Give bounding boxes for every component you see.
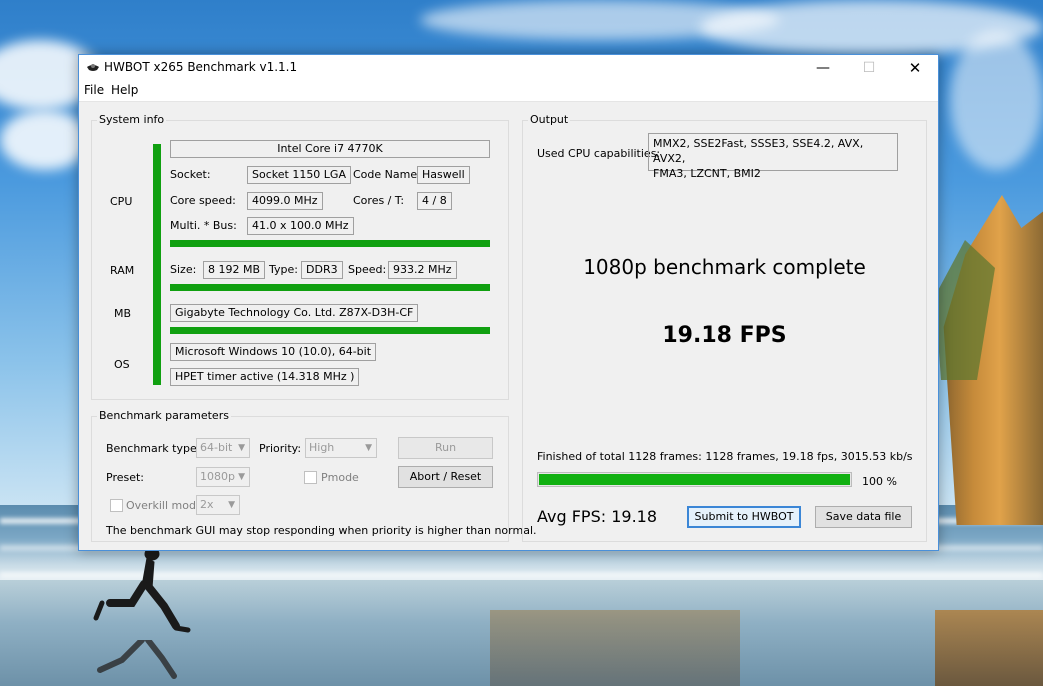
cpu-capabilities-line-1: MMX2, SSE2Fast, SSSE3, SSE4.2, AVX, AVX2…: [653, 137, 864, 165]
socket-field: Socket 1150 LGA: [247, 166, 351, 184]
pmode-checkbox[interactable]: [304, 471, 317, 484]
code-name-field: Haswell: [417, 166, 470, 184]
ram-size-label: Size:: [170, 263, 197, 276]
preset-value: 1080p: [200, 470, 235, 483]
menu-help[interactable]: Help: [111, 83, 138, 97]
avg-fps-text: Avg FPS: 19.18: [537, 507, 658, 526]
chevron-down-icon: ▼: [238, 443, 245, 453]
menu-bar: File Help: [79, 81, 938, 102]
cores-label: Cores / T:: [353, 194, 405, 207]
minimize-icon: —: [816, 60, 830, 76]
fps-result: 19.18 FPS: [662, 323, 787, 348]
ram-size-field: 8 192 MB: [203, 261, 266, 279]
close-button[interactable]: ✕: [892, 55, 938, 81]
core-speed-field: 4099.0 MHz: [247, 192, 323, 210]
window-title: HWBOT x265 Benchmark v1.1.1: [104, 60, 298, 74]
priority-warning-text: The benchmark GUI may stop responding wh…: [106, 524, 537, 537]
wallpaper-runner-reflection: [97, 640, 177, 679]
progress-fill: [539, 474, 850, 485]
benchmark-parameters-title: Benchmark parameters: [97, 409, 231, 422]
system-info-title: System info: [97, 113, 167, 126]
overkill-mode-label: Overkill mode: [126, 499, 203, 512]
socket-label: Socket:: [170, 168, 211, 181]
ram-type-field: DDR3: [301, 261, 343, 279]
benchmark-type-value: 64-bit: [200, 441, 233, 454]
cpu-capabilities-field: MMX2, SSE2Fast, SSSE3, SSE4.2, AVX, AVX2…: [648, 133, 898, 180]
progress-percent-text: 100 %: [862, 475, 897, 488]
code-name-label: Code Name:: [353, 168, 421, 181]
output-title: Output: [528, 113, 571, 126]
cpu-name-field: Intel Core i7 4770K: [170, 140, 490, 158]
overkill-value: 2x: [200, 498, 214, 511]
pmode-label: Pmode: [321, 471, 359, 484]
frames-summary-text: Finished of total 1128 frames: 1128 fram…: [537, 450, 913, 463]
ram-type-label: Type:: [269, 263, 298, 276]
mb-section-label: MB: [114, 307, 132, 320]
timer-field: HPET timer active (14.318 MHz ): [170, 368, 360, 386]
cpu-separator-bar: [170, 240, 490, 247]
progress-bar: [537, 472, 852, 487]
chevron-down-icon: ▼: [365, 443, 372, 453]
motherboard-field: Gigabyte Technology Co. Ltd. Z87X-D3H-CF: [170, 304, 419, 322]
wallpaper-reflection: [490, 610, 740, 686]
hwbot-logo-icon: [87, 64, 99, 71]
close-icon: ✕: [908, 59, 922, 77]
priority-value: High: [309, 441, 335, 454]
maximize-icon: ☐: [862, 60, 876, 76]
benchmark-type-select[interactable]: 64-bit ▼: [196, 438, 250, 458]
multi-bus-field: 41.0 x 100.0 MHz: [247, 217, 354, 235]
overkill-mode-checkbox[interactable]: [110, 499, 123, 512]
multi-bus-label: Multi. * Bus:: [170, 219, 237, 232]
core-speed-label: Core speed:: [170, 194, 236, 207]
cpu-section-label: CPU: [110, 195, 133, 208]
preset-select[interactable]: 1080p ▼: [196, 467, 250, 487]
cpu-capabilities-line-2: FMA3, LZCNT, BMI2: [653, 167, 761, 180]
overkill-select[interactable]: 2x ▼: [196, 495, 240, 515]
cores-field: 4 / 8: [417, 192, 452, 210]
wallpaper-runner: [93, 548, 191, 633]
wallpaper-cloud: [950, 30, 1043, 170]
cpu-capabilities-label: Used CPU capabilities:: [537, 147, 661, 160]
preset-label: Preset:: [106, 471, 145, 484]
priority-select[interactable]: High ▼: [305, 438, 377, 458]
chevron-down-icon: ▼: [228, 500, 235, 510]
maximize-button[interactable]: ☐: [846, 55, 892, 81]
minimize-button[interactable]: —: [800, 55, 846, 81]
wallpaper-cloud: [0, 110, 90, 170]
benchmark-type-label: Benchmark type:: [106, 442, 201, 455]
menu-file[interactable]: File: [84, 83, 104, 97]
ram-speed-field: 933.2 MHz: [388, 261, 457, 279]
wallpaper-cliff-reflection: [935, 610, 1043, 686]
submit-to-hwbot-button[interactable]: Submit to HWBOT: [687, 506, 801, 528]
chevron-down-icon: ▼: [238, 472, 245, 482]
title-bar[interactable]: HWBOT x265 Benchmark v1.1.1 — ☐ ✕: [79, 55, 938, 81]
system-info-group: System info CPU Intel Core i7 4770K Sock…: [91, 113, 509, 400]
benchmark-status-text: 1080p benchmark complete: [583, 255, 866, 279]
benchmark-window: HWBOT x265 Benchmark v1.1.1 — ☐ ✕ File H…: [78, 54, 939, 551]
ram-separator-bar: [170, 284, 490, 291]
output-group: Output Used CPU capabilities: MMX2, SSE2…: [522, 113, 927, 542]
save-data-file-button[interactable]: Save data file: [815, 506, 912, 528]
vertical-green-bar: [153, 144, 161, 385]
priority-label: Priority:: [259, 442, 302, 455]
ram-section-label: RAM: [110, 264, 135, 277]
mb-separator-bar: [170, 327, 490, 334]
ram-speed-label: Speed:: [348, 263, 387, 276]
abort-reset-button[interactable]: Abort / Reset: [398, 466, 493, 488]
benchmark-parameters-group: Benchmark parameters Benchmark type: 64-…: [91, 409, 537, 542]
os-field: Microsoft Windows 10 (10.0), 64-bit: [170, 343, 377, 361]
os-section-label: OS: [114, 358, 130, 371]
run-button[interactable]: Run: [398, 437, 493, 459]
